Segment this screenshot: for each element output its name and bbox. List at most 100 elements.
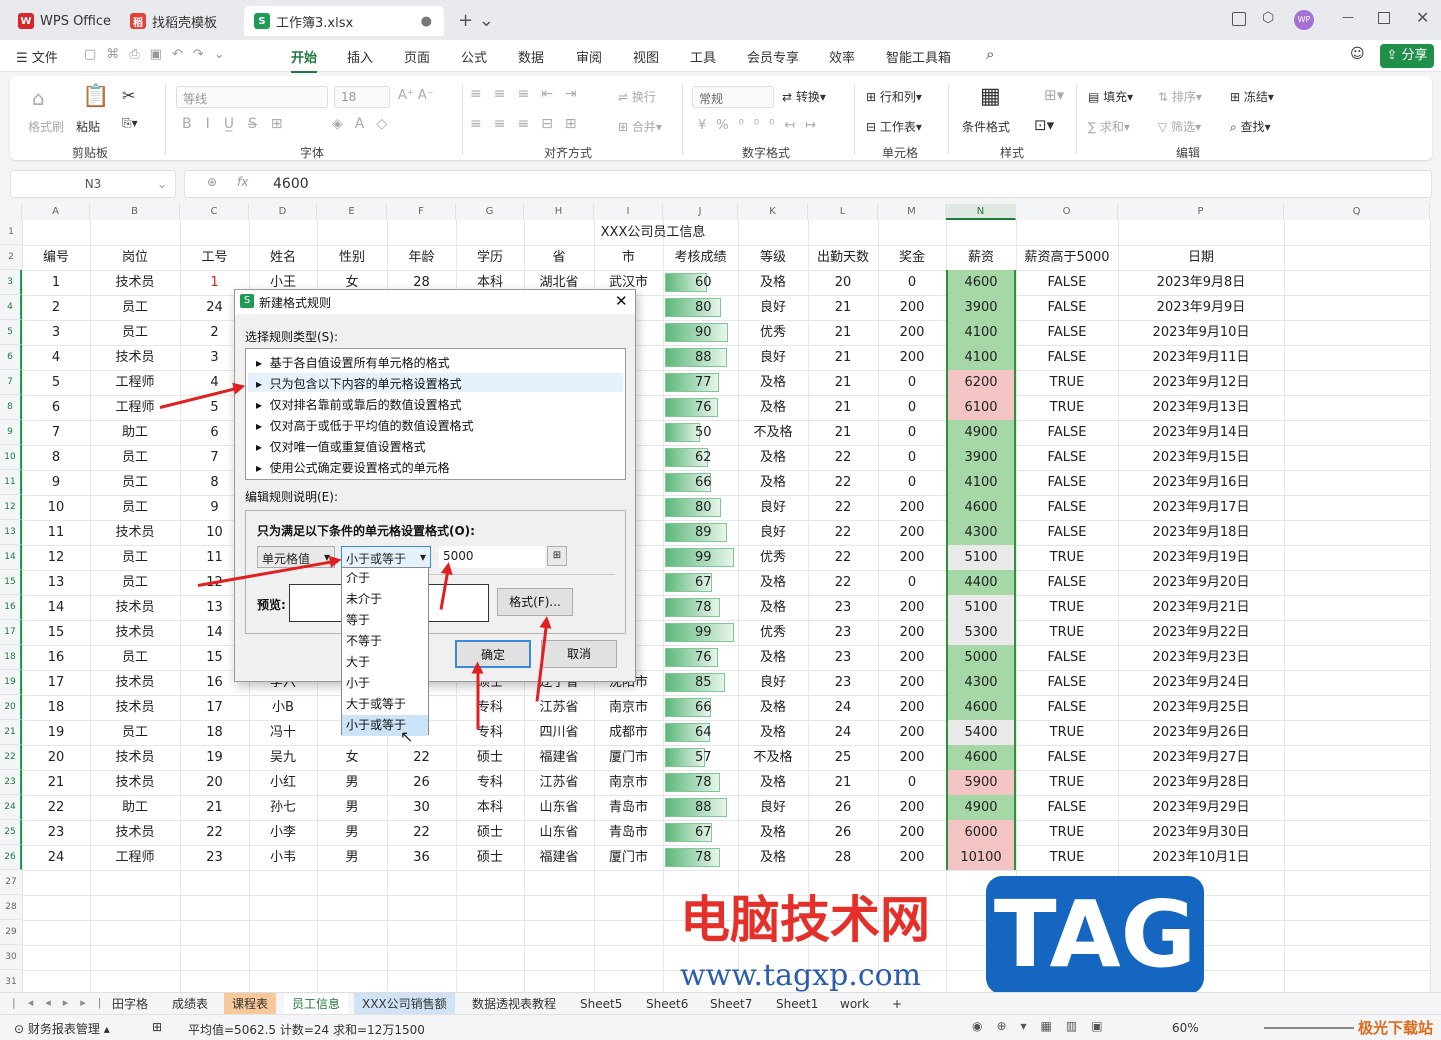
table-cell[interactable]: 200 bbox=[878, 745, 946, 770]
formula-bar[interactable]: ⊕ fx 4600 bbox=[184, 170, 1432, 198]
row-header[interactable]: 19 bbox=[0, 670, 22, 695]
row-header[interactable]: 4 bbox=[0, 295, 22, 320]
table-cell[interactable]: 男 bbox=[317, 770, 387, 795]
table-cell[interactable]: 小B bbox=[249, 695, 317, 720]
column-header[interactable]: A bbox=[22, 204, 90, 220]
sheet-tab[interactable]: Sheet5 bbox=[572, 993, 630, 1015]
table-cell[interactable]: 及格 bbox=[738, 570, 808, 595]
table-cell[interactable]: TRUE bbox=[1016, 545, 1118, 570]
table-cell[interactable]: 福建省 bbox=[524, 845, 594, 870]
table-cell[interactable]: 硕士 bbox=[456, 745, 524, 770]
menu-insert[interactable]: 插入 bbox=[347, 47, 373, 66]
table-cell[interactable]: 22 bbox=[808, 520, 878, 545]
table-cell[interactable]: 不及格 bbox=[738, 420, 808, 445]
operator-select[interactable]: 小于或等于 ▾ bbox=[341, 546, 431, 568]
table-cell[interactable]: 专科 bbox=[456, 695, 524, 720]
zoom-slider[interactable] bbox=[1264, 1027, 1354, 1029]
column-title-cell[interactable]: 考核成绩 bbox=[663, 245, 738, 270]
font-color-icons[interactable]: ◈A◇ bbox=[332, 116, 399, 132]
salary-cell[interactable]: 5400 bbox=[946, 720, 1016, 745]
table-cell[interactable]: 2023年9月27日 bbox=[1118, 745, 1284, 770]
merge-button[interactable]: ⊞ 合并▾ bbox=[618, 118, 662, 135]
table-cell[interactable]: 员工 bbox=[90, 645, 180, 670]
salary-cell[interactable]: 4900 bbox=[946, 420, 1016, 445]
row-header[interactable]: 22 bbox=[0, 745, 22, 770]
paste-icon[interactable]: 📋 bbox=[82, 84, 109, 109]
sheet-nav-icons[interactable]: |◂◂▸▸| bbox=[12, 996, 114, 1009]
option-not-between[interactable]: 未介于 bbox=[342, 589, 428, 610]
salary-cell[interactable]: 4300 bbox=[946, 520, 1016, 545]
table-cell[interactable]: 7 bbox=[22, 420, 90, 445]
table-cell[interactable]: 23 bbox=[808, 670, 878, 695]
score-cell[interactable]: 80 bbox=[663, 495, 738, 520]
table-cell[interactable]: 2023年9月21日 bbox=[1118, 595, 1284, 620]
table-cell[interactable]: 工程师 bbox=[90, 395, 180, 420]
table-cell[interactable]: 0 bbox=[878, 270, 946, 295]
font-style-icons[interactable]: BIU̲S̶⊞ bbox=[182, 116, 297, 132]
table-cell[interactable]: 优秀 bbox=[738, 620, 808, 645]
table-style-icon[interactable]: ⊞▾ bbox=[1044, 86, 1064, 104]
table-cell[interactable]: 21 bbox=[808, 370, 878, 395]
table-cell[interactable]: 26 bbox=[808, 820, 878, 845]
rule-item[interactable]: ▸ 仅对排名靠前或靠后的数值设置格式 bbox=[256, 396, 462, 413]
column-title-cell[interactable]: 编号 bbox=[22, 245, 90, 270]
table-cell[interactable]: 22 bbox=[808, 470, 878, 495]
table-cell[interactable]: 2023年9月28日 bbox=[1118, 770, 1284, 795]
table-cell[interactable]: 200 bbox=[878, 795, 946, 820]
table-cell[interactable]: 200 bbox=[878, 345, 946, 370]
column-header[interactable]: H bbox=[524, 204, 594, 220]
column-header[interactable]: I bbox=[594, 204, 663, 220]
table-cell[interactable]: 技术员 bbox=[90, 595, 180, 620]
table-cell[interactable]: 2023年9月16日 bbox=[1118, 470, 1284, 495]
table-cell[interactable]: 员工 bbox=[90, 495, 180, 520]
salary-cell[interactable]: 4600 bbox=[946, 695, 1016, 720]
option-less[interactable]: 小于 bbox=[342, 673, 428, 694]
column-title-cell[interactable]: 日期 bbox=[1118, 245, 1284, 270]
zoom-icon[interactable]: ⊕ bbox=[207, 175, 217, 189]
salary-cell[interactable]: 6000 bbox=[946, 820, 1016, 845]
table-cell[interactable]: 0 bbox=[878, 370, 946, 395]
font-size-select[interactable]: 18 bbox=[334, 86, 390, 108]
table-cell[interactable]: 4 bbox=[22, 345, 90, 370]
table-cell[interactable]: 13 bbox=[22, 570, 90, 595]
table-cell[interactable]: 小韦 bbox=[249, 845, 317, 870]
table-cell[interactable]: 专科 bbox=[456, 720, 524, 745]
table-cell[interactable]: 21 bbox=[808, 295, 878, 320]
table-cell[interactable]: 及格 bbox=[738, 470, 808, 495]
table-cell[interactable]: 工程师 bbox=[90, 845, 180, 870]
table-cell[interactable]: 26 bbox=[387, 770, 456, 795]
table-cell[interactable]: 2023年10月1日 bbox=[1118, 845, 1284, 870]
table-cell[interactable]: 2023年9月26日 bbox=[1118, 720, 1284, 745]
table-cell[interactable]: 江苏省 bbox=[524, 770, 594, 795]
score-cell[interactable]: 66 bbox=[663, 695, 738, 720]
table-cell[interactable]: 技术员 bbox=[90, 695, 180, 720]
sheet-tab[interactable]: 员工信息 bbox=[284, 993, 349, 1015]
table-cell[interactable]: 0 bbox=[878, 445, 946, 470]
table-cell[interactable]: 及格 bbox=[738, 445, 808, 470]
cell-style-icon[interactable]: ⊡▾ bbox=[1034, 116, 1054, 134]
row-header[interactable]: 17 bbox=[0, 620, 22, 645]
table-cell[interactable]: 山东省 bbox=[524, 820, 594, 845]
corner-select-all[interactable] bbox=[0, 204, 22, 220]
table-cell[interactable]: 22 bbox=[387, 820, 456, 845]
table-cell[interactable]: 23 bbox=[808, 595, 878, 620]
table-cell[interactable]: 25 bbox=[808, 745, 878, 770]
table-cell[interactable]: 小李 bbox=[249, 820, 317, 845]
salary-cell[interactable]: 4300 bbox=[946, 670, 1016, 695]
table-cell[interactable]: 2023年9月29日 bbox=[1118, 795, 1284, 820]
menu-review[interactable]: 审阅 bbox=[576, 47, 602, 66]
table-cell[interactable]: 21 bbox=[180, 795, 249, 820]
table-cell[interactable]: 技术员 bbox=[90, 520, 180, 545]
salary-cell[interactable]: 6100 bbox=[946, 395, 1016, 420]
row-header[interactable]: 27 bbox=[0, 870, 22, 895]
score-cell[interactable]: 78 bbox=[663, 595, 738, 620]
table-cell[interactable]: FALSE bbox=[1016, 470, 1118, 495]
convert-button[interactable]: ⇄ 转换▾ bbox=[782, 88, 826, 105]
row-header[interactable]: 8 bbox=[0, 395, 22, 420]
table-cell[interactable]: 23 bbox=[180, 845, 249, 870]
salary-cell[interactable]: 5300 bbox=[946, 620, 1016, 645]
row-header[interactable]: 14 bbox=[0, 545, 22, 570]
table-cell[interactable]: 本科 bbox=[456, 795, 524, 820]
salary-cell[interactable]: 3900 bbox=[946, 295, 1016, 320]
table-cell[interactable]: 23 bbox=[22, 820, 90, 845]
